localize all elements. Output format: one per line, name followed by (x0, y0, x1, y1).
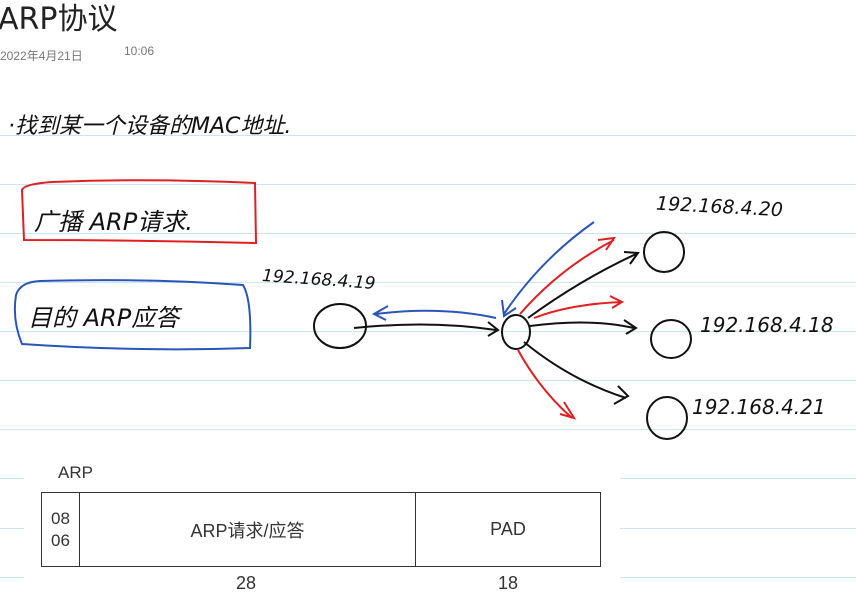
red-arrow-2 (533, 295, 625, 319)
target-node-3 (646, 396, 688, 440)
arrow-source-to-switch (353, 321, 500, 337)
arrow-switch-to-target-3 (523, 341, 630, 405)
source-device-node (313, 303, 367, 349)
blue-arrow-reply-1 (501, 221, 595, 318)
request-arrows (353, 251, 640, 405)
frame-type-bottom: 06 (51, 530, 70, 550)
frame-type-top: 08 (51, 508, 70, 528)
arrow-switch-to-target-2 (529, 319, 638, 335)
payload-cell: ARP请求/应答 (80, 493, 416, 566)
red-arrow-3 (517, 349, 577, 420)
broadcast-box-outline (20, 179, 258, 245)
reply-arrows (371, 221, 595, 321)
frame-type-cell: 08 06 (42, 493, 80, 566)
arp-frame-label: ARP (58, 463, 93, 482)
target-node-2 (650, 319, 692, 359)
target-node-1 (643, 231, 685, 273)
arrow-switch-to-target-1 (527, 251, 640, 319)
arp-frame-table: 08 06 ARP请求/应答 PAD (41, 492, 601, 567)
pad-size: 18 (498, 573, 519, 593)
blue-arrow-reply-2 (371, 305, 497, 321)
pad-cell: PAD (490, 519, 526, 539)
reply-box-outline (13, 279, 252, 351)
payload-size: 28 (236, 573, 257, 593)
